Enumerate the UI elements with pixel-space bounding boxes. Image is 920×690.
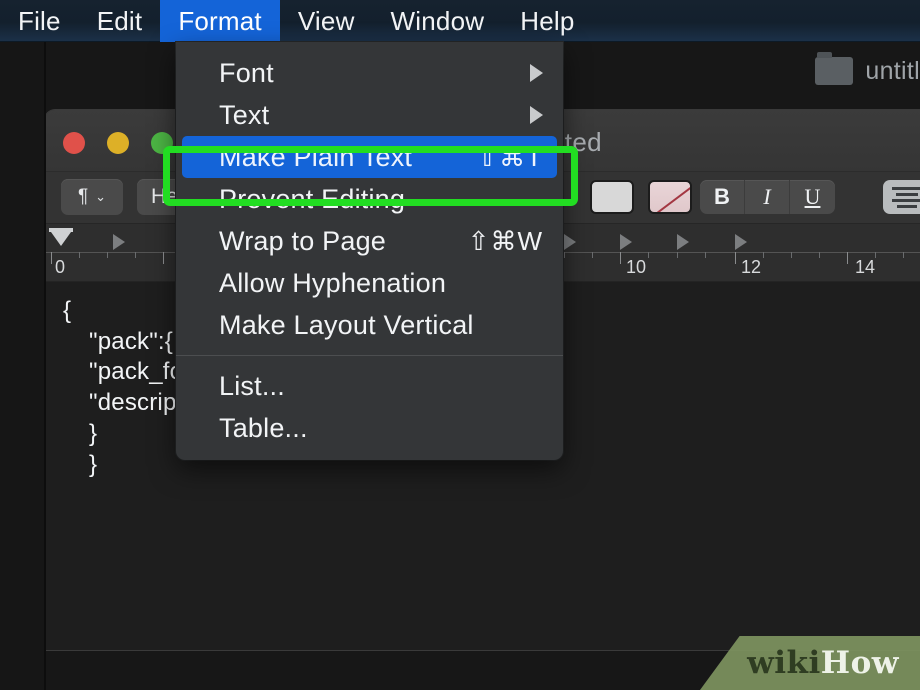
watermark-how: How — [820, 645, 899, 681]
window-left-rail — [0, 42, 46, 690]
menu-item-prevent-editing[interactable]: Prevent Editing — [176, 178, 563, 220]
menu-item-label: List... — [219, 370, 285, 401]
watermark-wiki: wiki — [747, 645, 821, 681]
ruler-label-10: 10 — [626, 257, 647, 277]
ruler-label-14: 14 — [855, 257, 876, 277]
menu-bar: File Edit Format View Window Help — [0, 0, 920, 42]
menu-item-list[interactable]: List... — [176, 365, 563, 407]
menu-item-allow-hyphenation[interactable]: Allow Hyphenation — [176, 262, 563, 304]
menu-item-label: Allow Hyphenation — [219, 267, 447, 298]
menu-item-table[interactable]: Table... — [176, 407, 563, 449]
text-style-group: B I U — [700, 179, 835, 215]
wikihow-watermark: wiki How — [700, 636, 920, 690]
ruler-label-0: 0 — [55, 257, 66, 277]
submenu-arrow-icon — [530, 64, 543, 82]
menu-item-label: Prevent Editing — [219, 183, 406, 214]
bold-button[interactable]: B — [700, 180, 745, 214]
color-controls — [590, 179, 692, 215]
watermark-text: wiki How — [700, 636, 920, 690]
menu-item-label: Make Plain Text — [219, 141, 413, 172]
italic-button[interactable]: I — [745, 180, 790, 214]
menu-item-label: Table... — [219, 412, 308, 443]
menu-item-label: Wrap to Page — [219, 225, 386, 256]
document-proxy-label: untitl — [865, 56, 920, 85]
menu-item-shortcut: ⇧⌘T — [476, 141, 543, 172]
menu-item-label: Text — [219, 99, 270, 130]
menu-view[interactable]: View — [280, 0, 373, 42]
align-left-button[interactable] — [883, 180, 920, 214]
underline-button[interactable]: U — [790, 180, 835, 214]
format-dropdown-menu: Font Text Make Plain Text ⇧⌘T Prevent Ed… — [176, 42, 563, 460]
menu-edit[interactable]: Edit — [79, 0, 161, 42]
alignment-group — [883, 179, 920, 215]
desktop-background: Untitled — Edited ¶ ⌄ Hel B I U — [0, 0, 920, 690]
tab-stop-marker[interactable] — [564, 234, 576, 250]
menu-item-make-plain-text[interactable]: Make Plain Text ⇧⌘T — [182, 136, 557, 178]
menu-format[interactable]: Format — [160, 0, 280, 42]
ruler-label-12: 12 — [741, 257, 762, 277]
document-icon — [815, 52, 854, 85]
submenu-arrow-icon — [530, 106, 543, 124]
menu-item-make-layout-vertical[interactable]: Make Layout Vertical — [176, 304, 563, 346]
paragraph-style-control[interactable]: ¶ ⌄ — [61, 179, 123, 215]
menu-help[interactable]: Help — [502, 0, 592, 42]
menu-item-text[interactable]: Text — [176, 94, 563, 136]
tab-stop-marker[interactable] — [677, 234, 689, 250]
document-proxy-chip[interactable]: untitl — [815, 52, 920, 86]
background-color-swatch[interactable] — [648, 180, 692, 214]
menu-file[interactable]: File — [0, 0, 79, 42]
paragraph-mark-icon: ¶ — [77, 186, 89, 207]
menu-item-label: Font — [219, 57, 274, 88]
menu-separator — [176, 355, 563, 356]
tab-stop-marker[interactable] — [113, 234, 125, 250]
menu-item-label: Make Layout Vertical — [219, 309, 474, 340]
menu-item-font[interactable]: Font — [176, 52, 563, 94]
menu-window[interactable]: Window — [373, 0, 503, 42]
text-color-swatch[interactable] — [590, 180, 634, 214]
menu-item-wrap-to-page[interactable]: Wrap to Page ⇧⌘W — [176, 220, 563, 262]
left-indent-marker[interactable] — [49, 228, 73, 252]
chevron-down-icon: ⌄ — [95, 189, 107, 204]
document-proxy-area: untitl — [680, 48, 920, 94]
tab-stop-marker[interactable] — [735, 234, 747, 250]
menu-item-shortcut: ⇧⌘W — [467, 225, 543, 256]
tab-stop-marker[interactable] — [620, 234, 632, 250]
